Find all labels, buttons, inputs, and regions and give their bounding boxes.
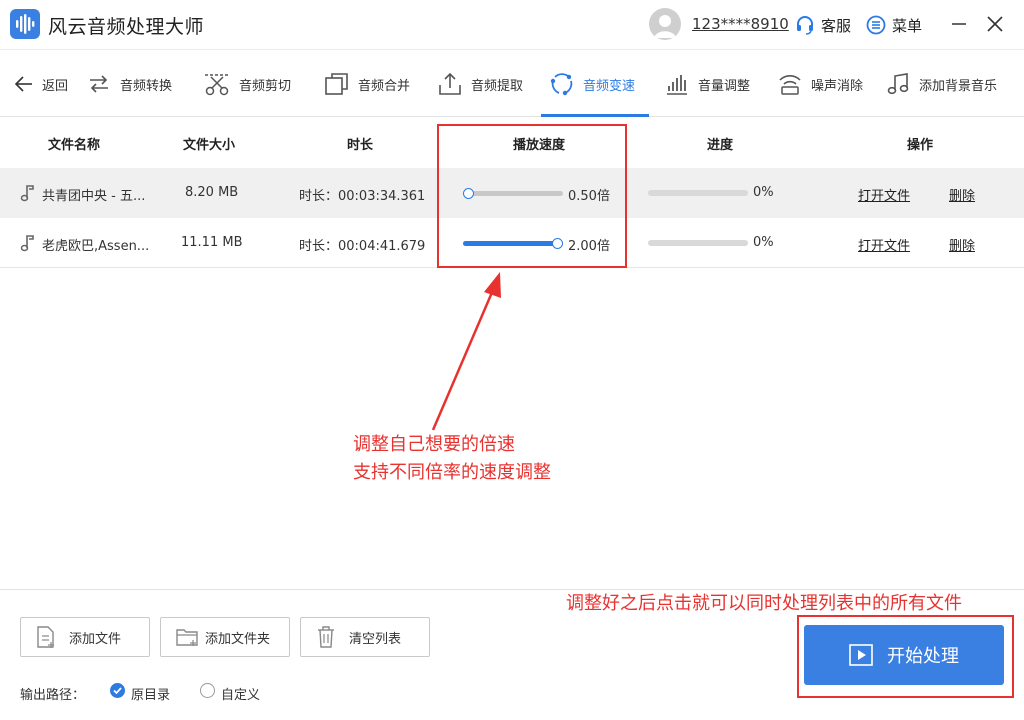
file-name: 共青团中央 - 五... (42, 189, 146, 204)
trash-icon (318, 626, 334, 648)
menu-icon (866, 15, 886, 35)
add-file-button[interactable]: 添加文件 (20, 617, 150, 657)
function-toolbar: 返回 音频转换 音频剪切 音频合并 音频提取 音频变速 音量调整 噪声消除 添加… (0, 51, 1024, 117)
play-icon (849, 644, 873, 666)
clear-list-button[interactable]: 清空列表 (300, 617, 430, 657)
tab-audio-extract[interactable]: 音频提取 (437, 51, 523, 117)
speed-icon (550, 73, 573, 96)
tab-label: 音量调整 (698, 78, 751, 94)
add-file-label: 添加文件 (69, 631, 122, 647)
bottom-divider (0, 589, 1024, 590)
close-icon (987, 16, 1003, 32)
header-actions: 操作 (907, 138, 934, 153)
header-file-size: 文件大小 (183, 138, 236, 153)
username-link[interactable]: 123****8910 (692, 15, 789, 33)
radio-custom-label: 自定义 (221, 688, 261, 703)
minimize-button[interactable] (949, 14, 969, 34)
speed-annotation-line2: 支持不同倍率的速度调整 (353, 462, 551, 483)
add-file-icon (37, 626, 54, 648)
delete-link[interactable]: 删除 (949, 235, 975, 254)
speed-annotation-line1: 调整自己想要的倍速 (353, 434, 515, 455)
app-logo-icon (10, 9, 40, 39)
music-note-icon (887, 73, 909, 95)
tab-label: 添加背景音乐 (919, 78, 998, 94)
add-folder-button[interactable]: 添加文件夹 (160, 617, 290, 657)
scissors-icon (205, 74, 229, 96)
title-bar: 风云音频处理大师 123****8910 客服 菜单 (0, 0, 1024, 50)
customer-service-label: 客服 (821, 16, 852, 35)
menu-button[interactable]: 菜单 (866, 13, 922, 37)
open-file-link[interactable]: 打开文件 (858, 235, 910, 254)
customer-service-button[interactable]: 客服 (795, 13, 851, 37)
file-name: 老虎欧巴,Assen... (42, 239, 150, 254)
file-duration: 时长：00:04:41.679 (299, 239, 426, 254)
tab-label: 音频转换 (120, 78, 173, 94)
minimize-icon (952, 23, 966, 25)
tab-label: 音频剪切 (239, 78, 292, 94)
tab-label: 噪声消除 (811, 78, 864, 94)
speed-column-highlight (437, 124, 627, 268)
tab-audio-speed[interactable]: 音频变速 (549, 51, 635, 117)
tab-noise-removal[interactable]: 噪声消除 (777, 51, 863, 117)
tab-volume-adjust[interactable]: 音量调整 (664, 51, 750, 117)
check-icon (113, 687, 122, 695)
menu-label: 菜单 (892, 16, 923, 35)
music-file-icon (20, 185, 34, 202)
tab-audio-merge[interactable]: 音频合并 (324, 51, 410, 117)
arrow-left-icon (14, 76, 32, 92)
output-path-label: 输出路径： (20, 688, 86, 703)
merge-icon (325, 73, 348, 95)
radio-original-label: 原目录 (131, 688, 171, 703)
delete-link[interactable]: 删除 (949, 185, 975, 204)
back-label: 返回 (42, 78, 69, 94)
file-size: 11.11 MB (181, 235, 243, 250)
file-duration: 时长：00:03:34.361 (299, 189, 426, 204)
tab-label: 音频提取 (471, 78, 524, 94)
noise-icon (779, 75, 801, 95)
add-folder-label: 添加文件夹 (205, 631, 271, 647)
folder-icon (176, 629, 198, 646)
header-duration: 时长 (347, 138, 374, 153)
close-button[interactable] (985, 14, 1005, 34)
progress-bar (648, 190, 748, 196)
tab-add-bgm[interactable]: 添加背景音乐 (885, 51, 997, 117)
tab-label: 音频合并 (358, 78, 411, 94)
back-button[interactable]: 返回 (14, 51, 68, 117)
progress-value: 0% (753, 235, 774, 250)
start-annotation: 调整好之后点击就可以同时处理列表中的所有文件 (566, 593, 962, 614)
tab-audio-cut[interactable]: 音频剪切 (203, 51, 291, 117)
start-processing-label: 开始处理 (887, 646, 959, 667)
radio-original-directory[interactable] (110, 683, 125, 698)
clear-list-label: 清空列表 (349, 631, 402, 647)
radio-custom-directory[interactable] (200, 683, 215, 698)
extract-icon (439, 72, 461, 95)
progress-value: 0% (753, 185, 774, 200)
open-file-link[interactable]: 打开文件 (858, 185, 910, 204)
convert-icon (90, 75, 108, 93)
header-file-name: 文件名称 (48, 138, 101, 153)
file-size: 8.20 MB (185, 185, 239, 200)
music-file-icon (20, 235, 34, 252)
annotation-arrow-icon (431, 272, 501, 431)
app-title: 风云音频处理大师 (48, 16, 205, 38)
volume-bars-icon (667, 75, 687, 95)
headset-icon (797, 16, 813, 35)
header-progress: 进度 (707, 138, 734, 153)
progress-bar (648, 240, 748, 246)
active-tab-indicator (541, 114, 649, 117)
start-processing-button[interactable]: 开始处理 (804, 625, 1004, 685)
avatar[interactable] (649, 8, 681, 40)
tab-audio-convert[interactable]: 音频转换 (86, 51, 172, 117)
tab-label: 音频变速 (583, 78, 636, 94)
